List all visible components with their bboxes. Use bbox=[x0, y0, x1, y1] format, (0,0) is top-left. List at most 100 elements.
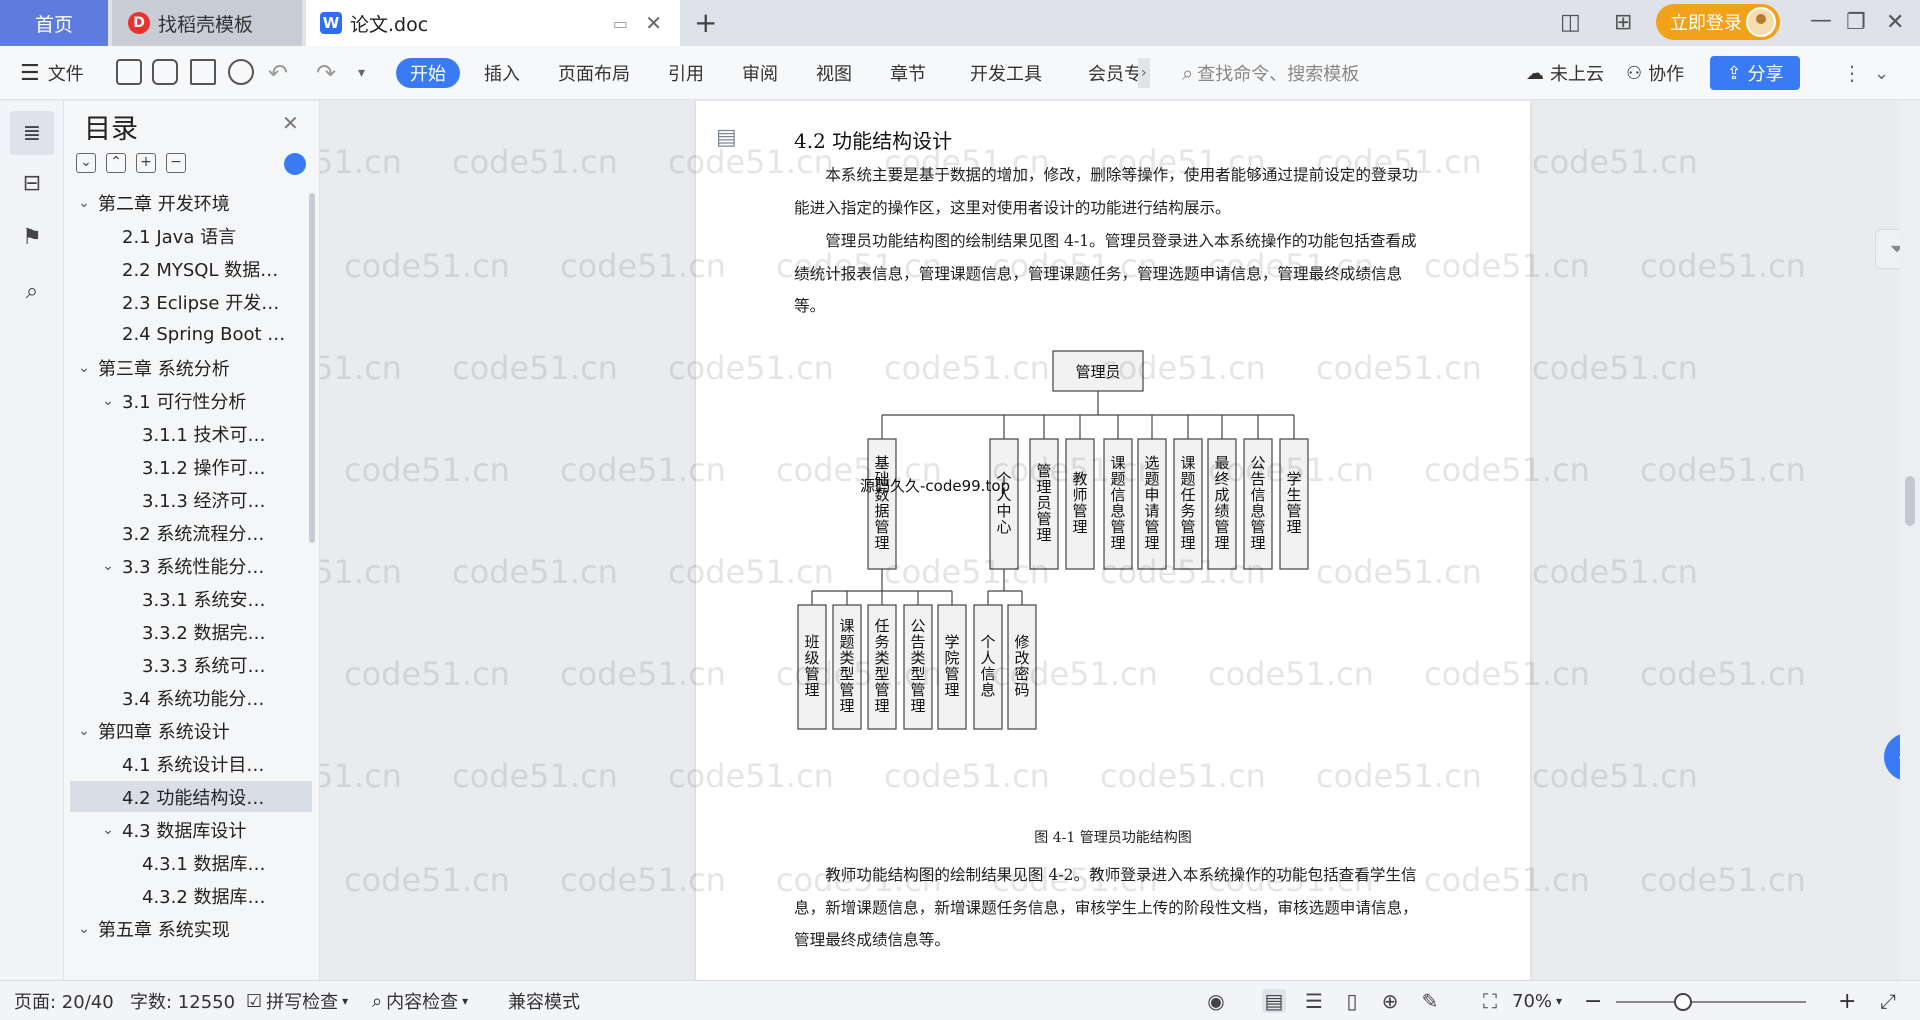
expand-all-icon[interactable]: ⌃ bbox=[106, 153, 126, 173]
fit-page-icon[interactable]: ⛶ bbox=[1478, 989, 1502, 1013]
reading-view-icon[interactable]: ▯ bbox=[1340, 989, 1364, 1013]
navigation-icon[interactable]: ⊟ bbox=[16, 167, 48, 199]
export-icon[interactable] bbox=[152, 59, 178, 85]
chevron-down-icon[interactable]: ⌄ bbox=[76, 360, 92, 376]
toc-item[interactable]: 3.2 系统流程分… bbox=[70, 517, 312, 548]
close-tab-icon[interactable]: ✕ bbox=[645, 11, 662, 35]
monitor-icon[interactable]: ▭ bbox=[613, 14, 628, 33]
toc-item[interactable]: ⌄ 第四章 系统设计 bbox=[70, 715, 312, 746]
quick-access-dropdown-icon[interactable]: ▾ bbox=[358, 46, 365, 100]
close-window-icon[interactable]: ✕ bbox=[1886, 10, 1904, 35]
ribbon-tab-member[interactable]: 会员专 bbox=[1088, 46, 1142, 100]
toc-item[interactable]: ⌄ 第五章 系统实现 bbox=[70, 913, 312, 944]
restore-icon[interactable]: ❐ bbox=[1846, 10, 1866, 35]
more-options-icon[interactable]: ⋮ bbox=[1842, 46, 1862, 100]
ribbon-tab-review[interactable]: 审阅 bbox=[742, 46, 778, 100]
paragraph-intro: 本系统主要是基于数据的增加，修改，删除等操作，使用者能够通过提前设定的登录功能进… bbox=[794, 166, 1418, 217]
command-search[interactable]: ⌕ 查找命令、搜索模板 bbox=[1182, 46, 1359, 100]
toc-item[interactable]: 2.4 Spring Boot … bbox=[70, 319, 312, 350]
undo-icon[interactable]: ↶ bbox=[268, 46, 288, 100]
chevron-down-icon[interactable]: ⌄ bbox=[76, 723, 92, 739]
scroll-thumb[interactable] bbox=[1905, 476, 1915, 526]
ribbon-tab-developer[interactable]: 开发工具 bbox=[970, 46, 1042, 100]
ribbon-tab-references[interactable]: 引用 bbox=[668, 46, 704, 100]
tab-home[interactable]: 首页 bbox=[0, 0, 108, 46]
zoom-slider[interactable] bbox=[1616, 1001, 1806, 1003]
redo-icon[interactable]: ↷ bbox=[316, 46, 336, 100]
collapse-ribbon-icon[interactable]: ⌄ bbox=[1874, 46, 1889, 100]
chevron-down-icon[interactable]: ⌄ bbox=[100, 822, 116, 838]
tab-document[interactable]: W 论文.doc ▭ ✕ bbox=[306, 0, 680, 46]
ribbon-tab-insert[interactable]: 插入 bbox=[484, 46, 520, 100]
toc-item[interactable]: ⌄ 3.1 可行性分析 bbox=[70, 385, 312, 416]
toc-item[interactable]: 4.3.2 数据库… bbox=[70, 880, 312, 911]
page-view-icon[interactable]: ▤ bbox=[1262, 989, 1286, 1013]
toc-item[interactable]: ⌄ 4.3 数据库设计 bbox=[70, 814, 312, 845]
filter-icon[interactable]: ⏷ bbox=[1875, 229, 1900, 269]
chevron-down-icon[interactable]: ⌄ bbox=[76, 921, 92, 937]
toc-item[interactable]: 3.1.1 技术可… bbox=[70, 418, 312, 449]
ribbon-tab-layout[interactable]: 页面布局 bbox=[558, 46, 630, 100]
add-heading-icon[interactable]: + bbox=[136, 153, 156, 173]
toc-panel-icon[interactable]: ≣ bbox=[10, 111, 54, 155]
print-preview-icon[interactable] bbox=[228, 59, 254, 85]
tab-template[interactable]: D 找稻壳模板 bbox=[112, 0, 302, 46]
toc-item[interactable]: 3.1.3 经济可… bbox=[70, 484, 312, 515]
zoom-out-icon[interactable]: − bbox=[1584, 981, 1602, 1020]
toc-list: ⌄ 第二章 开发环境 2.1 Java 语言 2.2 MYSQL 数据… 2.3 Ecl… bbox=[70, 187, 312, 972]
reading-layout-icon[interactable]: ◫ bbox=[1560, 10, 1581, 35]
fullscreen-icon[interactable]: ⤢ bbox=[1876, 989, 1900, 1013]
spell-check[interactable]: ☑ 拼写检查 ▾ bbox=[246, 981, 348, 1020]
toc-item[interactable]: 2.1 Java 语言 bbox=[70, 220, 312, 251]
ribbon-tab-start[interactable]: 开始 bbox=[396, 58, 460, 88]
bookmark-icon[interactable]: ⚑ bbox=[16, 221, 48, 253]
chevron-down-icon[interactable]: ⌄ bbox=[100, 558, 116, 574]
cloud-status[interactable]: ☁ 未上云 bbox=[1526, 46, 1604, 100]
pen-icon[interactable]: ✎ bbox=[1418, 989, 1442, 1013]
ribbon-scroll-icon[interactable]: › bbox=[1138, 58, 1150, 88]
toc-item[interactable]: ⌄ 第三章 系统分析 bbox=[70, 352, 312, 383]
toc-item[interactable]: 2.2 MYSQL 数据… bbox=[70, 253, 312, 284]
chevron-down-icon[interactable]: ⌄ bbox=[100, 393, 116, 409]
file-menu[interactable]: ☰ 文件 bbox=[20, 46, 84, 100]
collapse-all-icon[interactable]: ⌄ bbox=[76, 153, 96, 173]
search-panel-icon[interactable]: ⌕ bbox=[16, 275, 48, 307]
word-count[interactable]: 字数: 12550 bbox=[130, 981, 235, 1020]
new-tab-icon[interactable]: + bbox=[694, 6, 717, 39]
remove-heading-icon[interactable]: − bbox=[166, 153, 186, 173]
minimize-icon[interactable]: — bbox=[1810, 8, 1832, 33]
chevron-down-icon[interactable]: ⌄ bbox=[76, 195, 92, 211]
share-button[interactable]: ⇪ 分享 bbox=[1710, 56, 1800, 90]
collaborate-button[interactable]: ⚇ 协作 bbox=[1626, 46, 1684, 100]
toc-item[interactable]: 4.3.1 数据库… bbox=[70, 847, 312, 878]
vertical-scrollbar[interactable] bbox=[1900, 101, 1920, 980]
toc-item[interactable]: 2.3 Eclipse 开发… bbox=[70, 286, 312, 317]
content-check[interactable]: ⌕ 内容检查 ▾ bbox=[372, 981, 468, 1020]
toc-item[interactable]: 4.2 功能结构设… bbox=[70, 781, 312, 812]
toc-item[interactable]: ⌄ 3.3 系统性能分… bbox=[70, 550, 312, 581]
print-icon[interactable] bbox=[190, 59, 216, 85]
toc-item[interactable]: 3.3.1 系统安… bbox=[70, 583, 312, 614]
zoom-slider-handle[interactable] bbox=[1674, 993, 1692, 1011]
smart-toc-icon[interactable] bbox=[284, 153, 306, 175]
toc-item[interactable]: 3.3.3 系统可… bbox=[70, 649, 312, 680]
ribbon-tab-chapter[interactable]: 章节 bbox=[890, 46, 926, 100]
paragraph-menu-icon[interactable]: ▤ bbox=[716, 125, 737, 150]
zoom-in-icon[interactable]: + bbox=[1838, 981, 1856, 1020]
apps-grid-icon[interactable]: ⊞ bbox=[1614, 10, 1632, 35]
login-button[interactable]: 立即登录 bbox=[1656, 4, 1780, 40]
toc-item[interactable]: 3.4 系统功能分… bbox=[70, 682, 312, 713]
outline-view-icon[interactable]: ☰ bbox=[1302, 989, 1326, 1013]
page-counter[interactable]: 页面: 20/40 bbox=[14, 981, 114, 1020]
eye-protection-icon[interactable]: ◉ bbox=[1204, 989, 1228, 1013]
toc-scrollbar[interactable] bbox=[309, 193, 315, 543]
ribbon-tab-view[interactable]: 视图 bbox=[816, 46, 852, 100]
zoom-level[interactable]: 70% ▾ bbox=[1512, 981, 1562, 1020]
web-view-icon[interactable]: ⊕ bbox=[1378, 989, 1402, 1013]
close-icon[interactable]: ✕ bbox=[282, 111, 299, 135]
toc-item[interactable]: ⌄ 第二章 开发环境 bbox=[70, 187, 312, 218]
toc-item[interactable]: 4.1 系统设计目… bbox=[70, 748, 312, 779]
toc-item[interactable]: 3.1.2 操作可… bbox=[70, 451, 312, 482]
toc-item[interactable]: 3.3.2 数据完… bbox=[70, 616, 312, 647]
save-icon[interactable] bbox=[116, 59, 142, 85]
